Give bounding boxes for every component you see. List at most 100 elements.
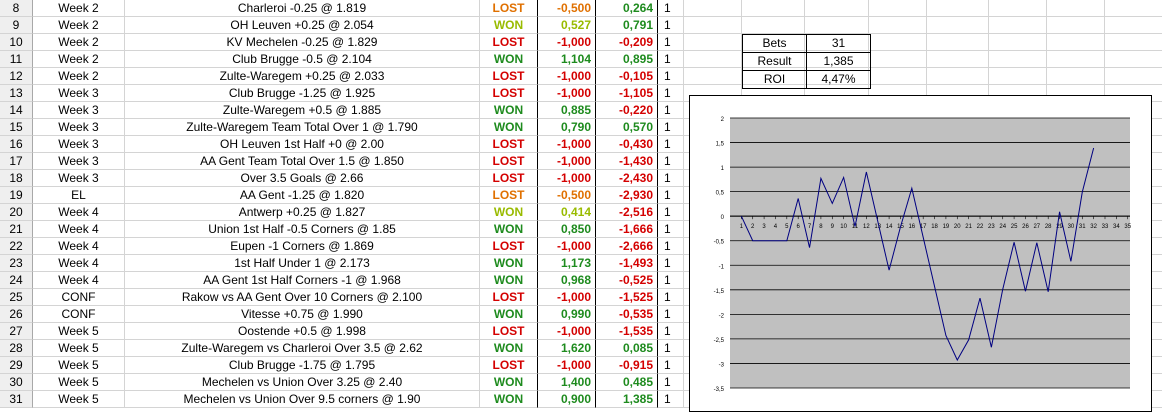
empty-cell[interactable] (1047, 68, 1105, 85)
units-cell[interactable]: 1,400 (538, 374, 596, 391)
bet-cell[interactable]: OH Leuven 1st Half +0 @ 2.00 (125, 136, 480, 153)
stake-cell[interactable]: 1 (658, 136, 684, 153)
result-cell[interactable]: LOST (480, 34, 538, 51)
empty-cell[interactable] (742, 0, 805, 17)
bet-cell[interactable]: Charleroi -0.25 @ 1.819 (125, 0, 480, 17)
row-number[interactable]: 9 (0, 17, 33, 34)
stake-cell[interactable]: 1 (658, 374, 684, 391)
week-cell[interactable]: Week 4 (33, 255, 125, 272)
stake-cell[interactable]: 1 (658, 51, 684, 68)
bet-cell[interactable]: Club Brugge -1.75 @ 1.795 (125, 357, 480, 374)
stats-result-value[interactable]: 1,385 (807, 53, 870, 70)
row-number[interactable]: 31 (0, 391, 33, 408)
units-cell[interactable]: 0,885 (538, 102, 596, 119)
row-number[interactable]: 12 (0, 68, 33, 85)
stake-cell[interactable]: 1 (658, 221, 684, 238)
row-number[interactable]: 19 (0, 187, 33, 204)
stake-cell[interactable]: 1 (658, 255, 684, 272)
row-number[interactable]: 11 (0, 51, 33, 68)
week-cell[interactable]: Week 3 (33, 153, 125, 170)
stake-cell[interactable]: 1 (658, 0, 684, 17)
bet-cell[interactable]: Vitesse +0.75 @ 1.990 (125, 306, 480, 323)
units-cell[interactable]: -0,500 (538, 0, 596, 17)
cumulative-cell[interactable]: -0,430 (596, 136, 658, 153)
stake-cell[interactable]: 1 (658, 391, 684, 408)
row-number[interactable]: 23 (0, 255, 33, 272)
bet-cell[interactable]: AA Gent -1.25 @ 1.820 (125, 187, 480, 204)
cumulative-cell[interactable]: -2,430 (596, 170, 658, 187)
stake-cell[interactable]: 1 (658, 119, 684, 136)
cumulative-cell[interactable]: -2,516 (596, 204, 658, 221)
stake-cell[interactable]: 1 (658, 204, 684, 221)
row-number[interactable]: 20 (0, 204, 33, 221)
week-cell[interactable]: Week 4 (33, 204, 125, 221)
stake-cell[interactable]: 1 (658, 272, 684, 289)
week-cell[interactable]: EL (33, 187, 125, 204)
row-number[interactable]: 28 (0, 340, 33, 357)
empty-cell[interactable] (1047, 51, 1105, 68)
bet-cell[interactable]: Zulte-Waregem Team Total Over 1 @ 1.790 (125, 119, 480, 136)
cumulative-cell[interactable]: -0,105 (596, 68, 658, 85)
units-cell[interactable]: 0,968 (538, 272, 596, 289)
units-cell[interactable]: 0,527 (538, 17, 596, 34)
empty-cell[interactable] (1047, 0, 1105, 17)
stake-cell[interactable]: 1 (658, 102, 684, 119)
empty-cell[interactable] (869, 51, 927, 68)
units-cell[interactable]: 1,173 (538, 255, 596, 272)
week-cell[interactable]: Week 4 (33, 272, 125, 289)
row-number[interactable]: 27 (0, 323, 33, 340)
cumulative-cell[interactable]: 1,385 (596, 391, 658, 408)
empty-cell[interactable] (989, 17, 1047, 34)
empty-cell[interactable] (989, 51, 1047, 68)
units-cell[interactable]: -1,000 (538, 68, 596, 85)
cumulative-cell[interactable]: -0,525 (596, 272, 658, 289)
cumulative-cell[interactable]: 0,895 (596, 51, 658, 68)
units-cell[interactable]: -0,500 (538, 187, 596, 204)
empty-cell[interactable] (869, 0, 927, 17)
result-cell[interactable]: WON (480, 119, 538, 136)
units-cell[interactable]: -1,000 (538, 357, 596, 374)
week-cell[interactable]: Week 5 (33, 340, 125, 357)
stats-roi-label[interactable]: ROI (743, 71, 807, 88)
empty-cell[interactable] (684, 0, 742, 17)
stake-cell[interactable]: 1 (658, 85, 684, 102)
row-number[interactable]: 26 (0, 306, 33, 323)
units-cell[interactable]: 0,990 (538, 306, 596, 323)
week-cell[interactable]: Week 3 (33, 102, 125, 119)
week-cell[interactable]: CONF (33, 289, 125, 306)
empty-cell[interactable] (684, 68, 742, 85)
result-cell[interactable]: WON (480, 221, 538, 238)
empty-cell[interactable] (1105, 34, 1162, 51)
stake-cell[interactable]: 1 (658, 357, 684, 374)
bet-cell[interactable]: OH Leuven +0.25 @ 2.054 (125, 17, 480, 34)
empty-cell[interactable] (869, 34, 927, 51)
stats-result-label[interactable]: Result (743, 53, 807, 70)
bet-cell[interactable]: Oostende +0.5 @ 1.998 (125, 323, 480, 340)
empty-cell[interactable] (684, 17, 742, 34)
result-cell[interactable]: WON (480, 204, 538, 221)
stake-cell[interactable]: 1 (658, 68, 684, 85)
row-number[interactable]: 17 (0, 153, 33, 170)
profit-chart[interactable]: 2 1,5 1 0,5 0 -0,5 -1 -1,5 -2 -2,5 -3 -3,5 1 2 3 4 5 6 7 8 9… (689, 95, 1152, 412)
row-number[interactable]: 14 (0, 102, 33, 119)
week-cell[interactable]: CONF (33, 306, 125, 323)
empty-cell[interactable] (1105, 51, 1162, 68)
units-cell[interactable]: -1,000 (538, 136, 596, 153)
stake-cell[interactable]: 1 (658, 34, 684, 51)
stake-cell[interactable]: 1 (658, 323, 684, 340)
cumulative-cell[interactable]: -0,535 (596, 306, 658, 323)
week-cell[interactable]: Week 5 (33, 391, 125, 408)
empty-cell[interactable] (869, 68, 927, 85)
units-cell[interactable]: -1,000 (538, 34, 596, 51)
row-number[interactable]: 16 (0, 136, 33, 153)
week-cell[interactable]: Week 2 (33, 0, 125, 17)
row-number[interactable]: 29 (0, 357, 33, 374)
cumulative-cell[interactable]: 0,085 (596, 340, 658, 357)
row-number[interactable]: 22 (0, 238, 33, 255)
cumulative-cell[interactable]: 0,264 (596, 0, 658, 17)
bet-cell[interactable]: 1st Half Under 1 @ 2.173 (125, 255, 480, 272)
cumulative-cell[interactable]: -0,220 (596, 102, 658, 119)
stats-bets-label[interactable]: Bets (743, 35, 807, 52)
result-cell[interactable]: WON (480, 51, 538, 68)
bet-cell[interactable]: Mechelen vs Union Over 9.5 corners @ 1.9… (125, 391, 480, 408)
